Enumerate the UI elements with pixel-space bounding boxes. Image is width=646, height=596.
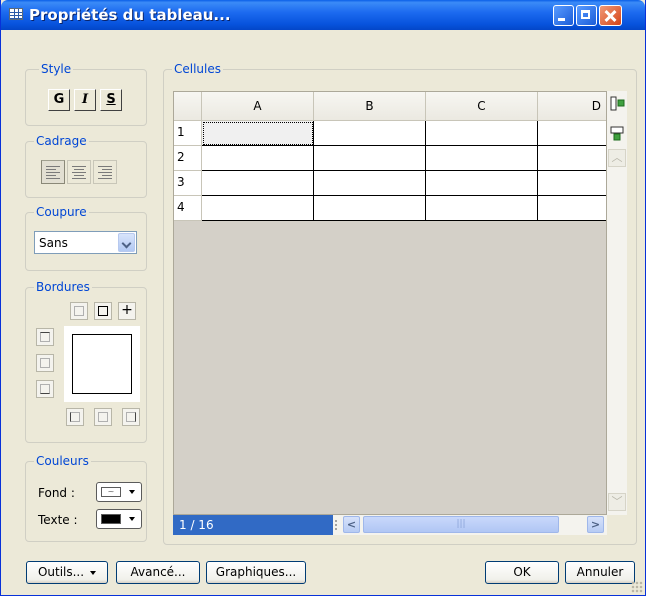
insert-row-icon[interactable] bbox=[608, 125, 626, 143]
column-header-a[interactable]: A bbox=[202, 92, 314, 121]
style-group-label: Style bbox=[39, 62, 74, 76]
ok-button[interactable]: OK bbox=[485, 561, 559, 584]
scroll-thumb[interactable]: ||| bbox=[363, 516, 559, 533]
couleurs-group-label: Couleurs bbox=[34, 454, 91, 468]
cell-c4[interactable] bbox=[426, 196, 538, 221]
minimize-button[interactable] bbox=[553, 5, 574, 26]
cell-c2[interactable] bbox=[426, 146, 538, 171]
row-header-2[interactable]: 2 bbox=[174, 146, 202, 171]
scroll-down-icon[interactable]: ﹀ bbox=[608, 493, 626, 511]
cell-d4[interactable] bbox=[538, 196, 606, 221]
cell-b4[interactable] bbox=[314, 196, 426, 221]
corner-header bbox=[174, 92, 202, 121]
cell-b2[interactable] bbox=[314, 146, 426, 171]
coupure-value: Sans bbox=[39, 236, 68, 250]
properties-dialog: Propriétés du tableau... Style G I S Cad… bbox=[0, 0, 646, 596]
bold-button[interactable]: G bbox=[48, 89, 70, 111]
window-title: Propriétés du tableau... bbox=[29, 6, 231, 24]
cell-counter: 1 / 16 bbox=[173, 515, 333, 535]
outils-label: Outils... bbox=[37, 565, 85, 579]
coupure-select[interactable]: Sans bbox=[34, 231, 137, 254]
cell-d3[interactable] bbox=[538, 171, 606, 196]
border-inner-vertical-button[interactable] bbox=[94, 408, 112, 426]
cell-d2[interactable] bbox=[538, 146, 606, 171]
bordures-group-label: Bordures bbox=[34, 280, 92, 294]
cells-grid[interactable]: A B C D 1 2 3 4 bbox=[173, 91, 607, 515]
no-color-icon: ~ bbox=[101, 487, 121, 497]
cell-c1[interactable] bbox=[426, 121, 538, 146]
insert-column-icon[interactable] bbox=[608, 95, 626, 113]
fond-color-button[interactable]: ~ bbox=[96, 482, 142, 502]
align-left-button[interactable] bbox=[41, 160, 65, 184]
cells-status-bar: 1 / 16 < ||| > bbox=[173, 515, 607, 535]
row-header-4[interactable]: 4 bbox=[174, 196, 202, 221]
cell-a2[interactable] bbox=[202, 146, 314, 171]
resize-grip[interactable] bbox=[631, 581, 643, 593]
fond-label: Fond : bbox=[38, 486, 75, 500]
caret-down-icon bbox=[90, 570, 97, 575]
border-middle-button[interactable] bbox=[36, 354, 54, 372]
cell-a3[interactable] bbox=[202, 171, 314, 196]
maximize-button[interactable] bbox=[576, 5, 597, 26]
align-right-button[interactable] bbox=[93, 160, 117, 184]
annuler-button[interactable]: Annuler bbox=[565, 561, 635, 584]
align-center-button[interactable] bbox=[67, 160, 91, 184]
texte-color-swatch bbox=[101, 514, 121, 524]
row-header-3[interactable]: 3 bbox=[174, 171, 202, 196]
cell-b3[interactable] bbox=[314, 171, 426, 196]
texte-label: Texte : bbox=[38, 513, 78, 527]
couleurs-group: Couleurs Fond : ~ Texte : bbox=[25, 454, 147, 542]
texte-color-button[interactable] bbox=[96, 509, 142, 529]
graphiques-button[interactable]: Graphiques... bbox=[206, 561, 306, 584]
cadrage-group-label: Cadrage bbox=[34, 134, 89, 148]
scroll-up-icon[interactable]: ︿ bbox=[608, 149, 626, 167]
border-inner-cross-button[interactable]: + bbox=[118, 302, 136, 320]
border-bottom-button[interactable] bbox=[36, 380, 54, 398]
scroll-left-icon[interactable]: < bbox=[343, 516, 360, 533]
table-icon bbox=[9, 8, 23, 20]
cell-d1[interactable] bbox=[538, 121, 606, 146]
title-bar[interactable]: Propriétés du tableau... bbox=[1, 0, 645, 30]
splitter-icon[interactable] bbox=[335, 519, 337, 531]
scroll-right-icon[interactable]: > bbox=[587, 516, 604, 533]
column-header-c[interactable]: C bbox=[426, 92, 538, 121]
border-right-button[interactable] bbox=[122, 408, 140, 426]
cadrage-group: Cadrage bbox=[25, 134, 147, 198]
bordures-group: Bordures + bbox=[25, 280, 147, 443]
outils-button[interactable]: Outils... bbox=[26, 561, 108, 584]
border-inner-horizontal-button[interactable] bbox=[70, 302, 88, 320]
style-group: Style G I S bbox=[25, 62, 147, 126]
row-header-1[interactable]: 1 bbox=[174, 121, 202, 146]
coupure-group-label: Coupure bbox=[34, 205, 89, 219]
border-top-button[interactable] bbox=[36, 328, 54, 346]
border-left-button[interactable] bbox=[66, 408, 84, 426]
border-preview bbox=[64, 326, 140, 402]
column-header-d[interactable]: D bbox=[538, 92, 606, 121]
avance-button[interactable]: Avancé... bbox=[116, 561, 200, 584]
italic-button[interactable]: I bbox=[74, 89, 96, 111]
vertical-scrollbar[interactable]: ︿ ﹀ bbox=[607, 91, 627, 515]
cell-a4[interactable] bbox=[202, 196, 314, 221]
column-header-b[interactable]: B bbox=[314, 92, 426, 121]
cell-c3[interactable] bbox=[426, 171, 538, 196]
cellules-group-label: Cellules bbox=[172, 62, 224, 76]
close-button[interactable] bbox=[599, 5, 622, 26]
horizontal-scrollbar[interactable]: < ||| > bbox=[333, 515, 607, 535]
cell-a1[interactable] bbox=[202, 121, 314, 146]
strikethrough-button[interactable]: S bbox=[100, 89, 122, 111]
border-outline-button[interactable] bbox=[94, 302, 112, 320]
chevron-down-icon[interactable] bbox=[118, 233, 135, 252]
cell-b1[interactable] bbox=[314, 121, 426, 146]
